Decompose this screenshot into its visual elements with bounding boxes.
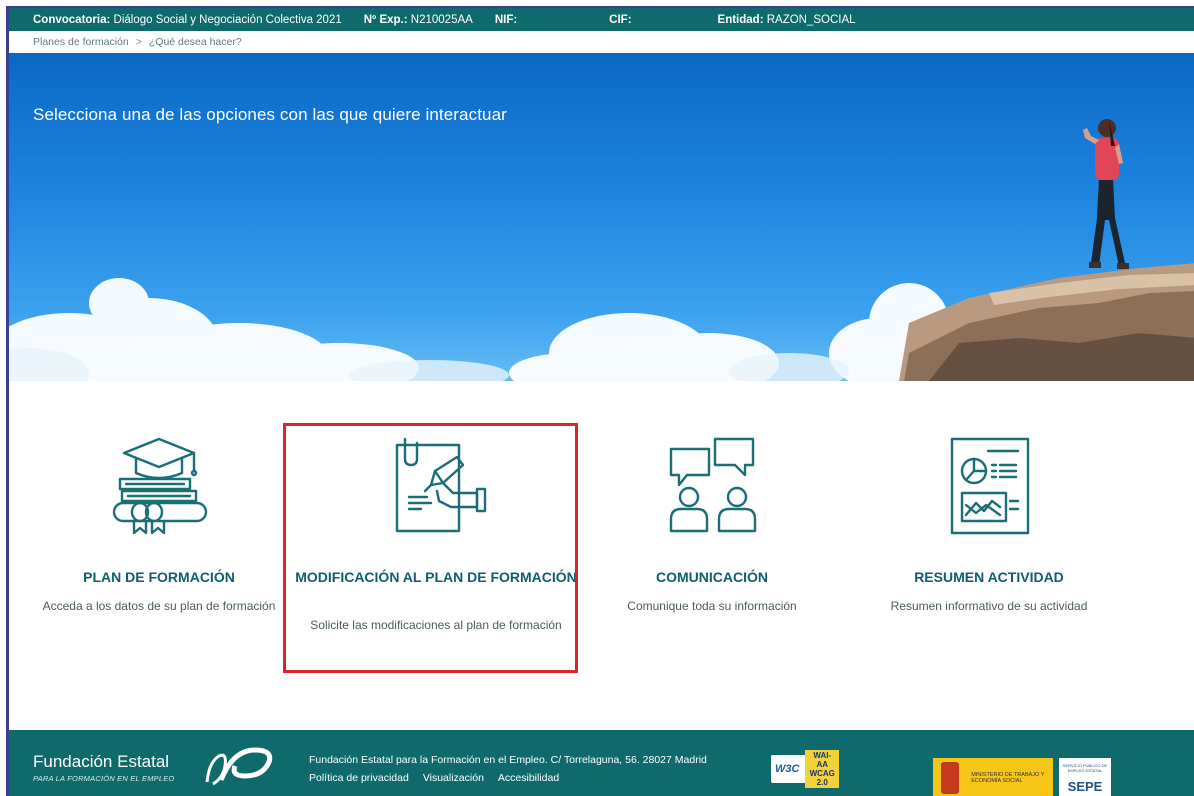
wcag-version-text: WCAG 2.0 xyxy=(809,769,835,787)
ministry-name: MINISTERIO DE TRABAJO Y ECONOMÍA SOCIAL xyxy=(971,772,1045,784)
wai-level-text: WAI-AA xyxy=(813,751,832,769)
hero-banner: Selecciona una de las opciones con las q… xyxy=(9,53,1194,381)
convocatoria-label: Convocatoria: xyxy=(33,13,111,26)
convocatoria-value: Diálogo Social y Negociación Colectiva 2… xyxy=(113,13,342,26)
visualization-link[interactable]: Visualización xyxy=(423,772,484,784)
option-description: Resumen informativo de su actividad xyxy=(890,599,1088,613)
selected-option-highlight xyxy=(283,423,578,673)
hero-title: Selecciona una de las opciones con las q… xyxy=(33,105,507,124)
foundation-logo-icon xyxy=(205,747,273,786)
options-grid: PLAN DE FORMACIÓN Acceda a los datos de … xyxy=(9,381,1194,731)
convocatoria-info: Convocatoria: Diálogo Social y Negociaci… xyxy=(33,14,342,26)
entidad-info: Entidad: RAZON_SOCIAL xyxy=(718,14,856,26)
app-frame: Convocatoria: Diálogo Social y Negociaci… xyxy=(6,6,1194,796)
expediente-label: Nº Exp.: xyxy=(363,13,408,26)
option-title: RESUMEN ACTIVIDAD xyxy=(914,569,1064,585)
footer-links: Política de privacidad Visualización Acc… xyxy=(309,772,559,784)
nif-info: NIF: xyxy=(495,14,517,26)
entidad-label: Entidad: xyxy=(717,13,764,26)
breadcrumb: Planes de formación > ¿Qué desea hacer? xyxy=(9,31,1194,53)
footer-brand: Fundación Estatal xyxy=(33,752,170,771)
cif-label: CIF: xyxy=(609,13,632,26)
sepe-logo: SERVICIO PÚBLICO DE EMPLEO ESTATAL SEPE xyxy=(1059,758,1111,796)
people-chat-icon xyxy=(669,437,757,533)
sepe-name: SEPE xyxy=(1067,779,1103,794)
report-chart-icon xyxy=(950,437,1030,535)
option-title: PLAN DE FORMACIÓN xyxy=(83,569,235,585)
footer: Fundación Estatal PARA LA FORMACIÓN EN E… xyxy=(9,730,1194,796)
header-bar: Convocatoria: Diálogo Social y Negociaci… xyxy=(9,8,1194,31)
hero-scene-image xyxy=(9,119,1194,381)
cif-info: CIF: xyxy=(609,14,631,26)
breadcrumb-item-current: ¿Qué desea hacer? xyxy=(148,36,242,48)
entidad-value: RAZON_SOCIAL xyxy=(766,13,856,26)
w3c-wcag-badge[interactable]: W3C WAI-AA WCAG 2.0 xyxy=(771,750,839,788)
option-description: Acceda a los datos de su plan de formaci… xyxy=(42,599,276,613)
accessibility-link[interactable]: Accesibilidad xyxy=(498,772,559,784)
expediente-info: Nº Exp.: N210025AA xyxy=(364,14,473,26)
wcag-level: WAI-AA WCAG 2.0 xyxy=(805,750,839,788)
breadcrumb-separator: > xyxy=(135,36,142,48)
ministry-logo: MINISTERIO DE TRABAJO Y ECONOMÍA SOCIAL xyxy=(933,758,1053,796)
graduation-cap-books-icon xyxy=(112,437,208,535)
privacy-policy-link[interactable]: Política de privacidad xyxy=(309,772,409,784)
expediente-value: N210025AA xyxy=(410,13,473,26)
breadcrumb-item-planes[interactable]: Planes de formación xyxy=(33,36,129,48)
nif-label: NIF: xyxy=(494,13,518,26)
option-title: COMUNICACIÓN xyxy=(656,569,768,585)
hiker-figure xyxy=(1083,119,1129,269)
footer-brand-subtitle: PARA LA FORMACIÓN EN EL EMPLEO xyxy=(33,774,175,783)
sepe-subtitle: SERVICIO PÚBLICO DE EMPLEO ESTATAL xyxy=(1062,763,1108,773)
option-description: Comunique toda su información xyxy=(627,599,797,613)
coat-of-arms-icon xyxy=(941,762,960,794)
footer-address: Fundación Estatal para la Formación en e… xyxy=(309,754,707,766)
w3c-label: W3C xyxy=(775,763,800,775)
